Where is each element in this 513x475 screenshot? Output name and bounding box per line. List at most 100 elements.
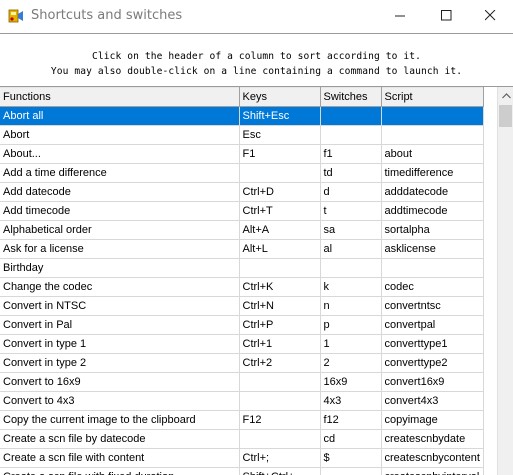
vertical-scrollbar[interactable] <box>497 87 513 475</box>
cell-keys: Shift+Esc <box>239 106 321 126</box>
table-row[interactable]: Ask for a license Alt+L al asklicense <box>0 239 484 259</box>
table-row[interactable]: Convert in type 2 Ctrl+2 2 converttype2 <box>0 353 484 373</box>
cell-keys: Ctrl+2 <box>239 353 321 373</box>
cell-switches: p <box>320 315 382 335</box>
scroll-thumb[interactable] <box>499 105 512 127</box>
cell-script <box>381 125 484 145</box>
cell-function: Convert to 16x9 <box>0 372 240 392</box>
table-row[interactable]: Add timecode Ctrl+T t addtimecode <box>0 201 484 221</box>
cell-keys <box>239 163 321 183</box>
column-header-switches[interactable]: Switches <box>320 87 382 107</box>
table-row[interactable]: Create a scn file by datecode cd createscn… <box>0 429 484 449</box>
cell-script: sortalpha <box>381 220 484 240</box>
table-row[interactable]: Convert in NTSC Ctrl+N n convertntsc <box>0 296 484 316</box>
table-row[interactable]: Abort all Shift+Esc <box>0 106 484 126</box>
cell-switches: $ <box>320 448 382 468</box>
column-header-functions[interactable]: Functions <box>0 87 240 107</box>
cell-function: Convert in Pal <box>0 315 240 335</box>
cell-script: codec <box>381 277 484 297</box>
cell-switches <box>320 125 382 145</box>
cell-switches <box>320 258 382 278</box>
cell-keys: Ctrl+P <box>239 315 321 335</box>
instructions-panel: Click on the header of a column to sort … <box>0 33 513 87</box>
table-row[interactable]: Create a scn file with fixed durationShi… <box>0 467 484 475</box>
table-row[interactable]: Add datecode Ctrl+D d adddatecode <box>0 182 484 202</box>
table-body: Abort all Shift+Esc Abort Esc About... F1 f1 ab… <box>0 106 484 475</box>
column-header-script[interactable]: Script <box>381 87 484 107</box>
cell-switches: f12 <box>320 410 382 430</box>
column-header-keys[interactable]: Keys <box>239 87 321 107</box>
chevron-up-icon <box>501 92 511 98</box>
cell-keys: F12 <box>239 410 321 430</box>
maximize-icon <box>440 10 451 21</box>
cell-script: adddatecode <box>381 182 484 202</box>
cell-function: Birthday <box>0 258 240 278</box>
cell-function: Create a scn file with fixed duration <box>0 467 240 475</box>
table-header-row: Functions Keys Switches Script <box>0 87 484 107</box>
cell-keys: Alt+L <box>239 239 321 259</box>
cell-script: convertpal <box>381 315 484 335</box>
shortcuts-table: Functions Keys Switches Script Abort all… <box>0 87 484 475</box>
cell-switches: d <box>320 182 382 202</box>
table-row[interactable]: Abort Esc <box>0 125 484 145</box>
cell-script: createscnbycontent <box>381 448 484 468</box>
cell-keys <box>239 372 321 392</box>
cell-function: Create a scn file by datecode <box>0 429 240 449</box>
close-button[interactable] <box>467 0 513 31</box>
cell-script: convert4x3 <box>381 391 484 411</box>
cell-function: About... <box>0 144 240 164</box>
table-row[interactable]: Convert to 4x3 4x3 convert4x3 <box>0 391 484 411</box>
app-icon <box>8 8 24 24</box>
window-title: Shortcuts and switches <box>31 8 183 23</box>
table-row[interactable]: Create a scn file with content Ctrl+; $ cre… <box>0 448 484 468</box>
table-row[interactable]: Birthday <box>0 258 484 278</box>
minimize-icon <box>394 15 405 17</box>
cell-function: Convert in type 1 <box>0 334 240 354</box>
cell-switches: sa <box>320 220 382 240</box>
cell-script: timedifference <box>381 163 484 183</box>
cell-function: Abort <box>0 125 240 145</box>
cell-script: createscnbyinterval <box>381 467 484 475</box>
cell-script: convert16x9 <box>381 372 484 392</box>
table-row[interactable]: Convert to 16x9 16x9 convert16x9 <box>0 372 484 392</box>
cell-function: Create a scn file with content <box>0 448 240 468</box>
shortcuts-table-container: Functions Keys Switches Script Abort all… <box>0 87 497 475</box>
cell-switches <box>320 106 382 126</box>
instruction-line-1: Click on the header of a column to sort … <box>91 51 422 62</box>
cell-switches: k <box>320 277 382 297</box>
cell-switches: ... <box>320 467 382 475</box>
table-row[interactable]: Change the codec Ctrl+K k codec <box>0 277 484 297</box>
cell-keys: Shift+Ctrl+... <box>239 467 321 475</box>
table-row[interactable]: Copy the current image to the clipboard F… <box>0 410 484 430</box>
cell-script <box>381 258 484 278</box>
table-row[interactable]: Convert in type 1 Ctrl+1 1 converttype1 <box>0 334 484 354</box>
cell-function: Convert to 4x3 <box>0 391 240 411</box>
instruction-line-2: You may also double-click on a line cont… <box>50 66 463 77</box>
table-row[interactable]: Alphabetical order Alt+A sa sortalpha <box>0 220 484 240</box>
cell-function: Add datecode <box>0 182 240 202</box>
cell-script: copyimage <box>381 410 484 430</box>
cell-keys <box>239 429 321 449</box>
cell-switches: f1 <box>320 144 382 164</box>
cell-function: Change the codec <box>0 277 240 297</box>
table-row[interactable]: About... F1 f1 about <box>0 144 484 164</box>
cell-keys: Ctrl+K <box>239 277 321 297</box>
cell-script: addtimecode <box>381 201 484 221</box>
cell-switches: n <box>320 296 382 316</box>
scroll-up-button[interactable] <box>498 87 513 104</box>
table-row[interactable]: Add a time difference td timedifference <box>0 163 484 183</box>
cell-keys: Ctrl+N <box>239 296 321 316</box>
cell-function: Add timecode <box>0 201 240 221</box>
maximize-button[interactable] <box>423 0 469 31</box>
cell-function: Ask for a license <box>0 239 240 259</box>
cell-switches: td <box>320 163 382 183</box>
title-bar: Shortcuts and switches <box>0 0 513 31</box>
table-row[interactable]: Convert in Pal Ctrl+P p convertpal <box>0 315 484 335</box>
cell-keys: Alt+A <box>239 220 321 240</box>
cell-keys: Ctrl+1 <box>239 334 321 354</box>
cell-keys: F1 <box>239 144 321 164</box>
cell-switches: 1 <box>320 334 382 354</box>
minimize-button[interactable] <box>377 0 423 31</box>
cell-switches: 4x3 <box>320 391 382 411</box>
cell-function: Copy the current image to the clipboard <box>0 410 240 430</box>
